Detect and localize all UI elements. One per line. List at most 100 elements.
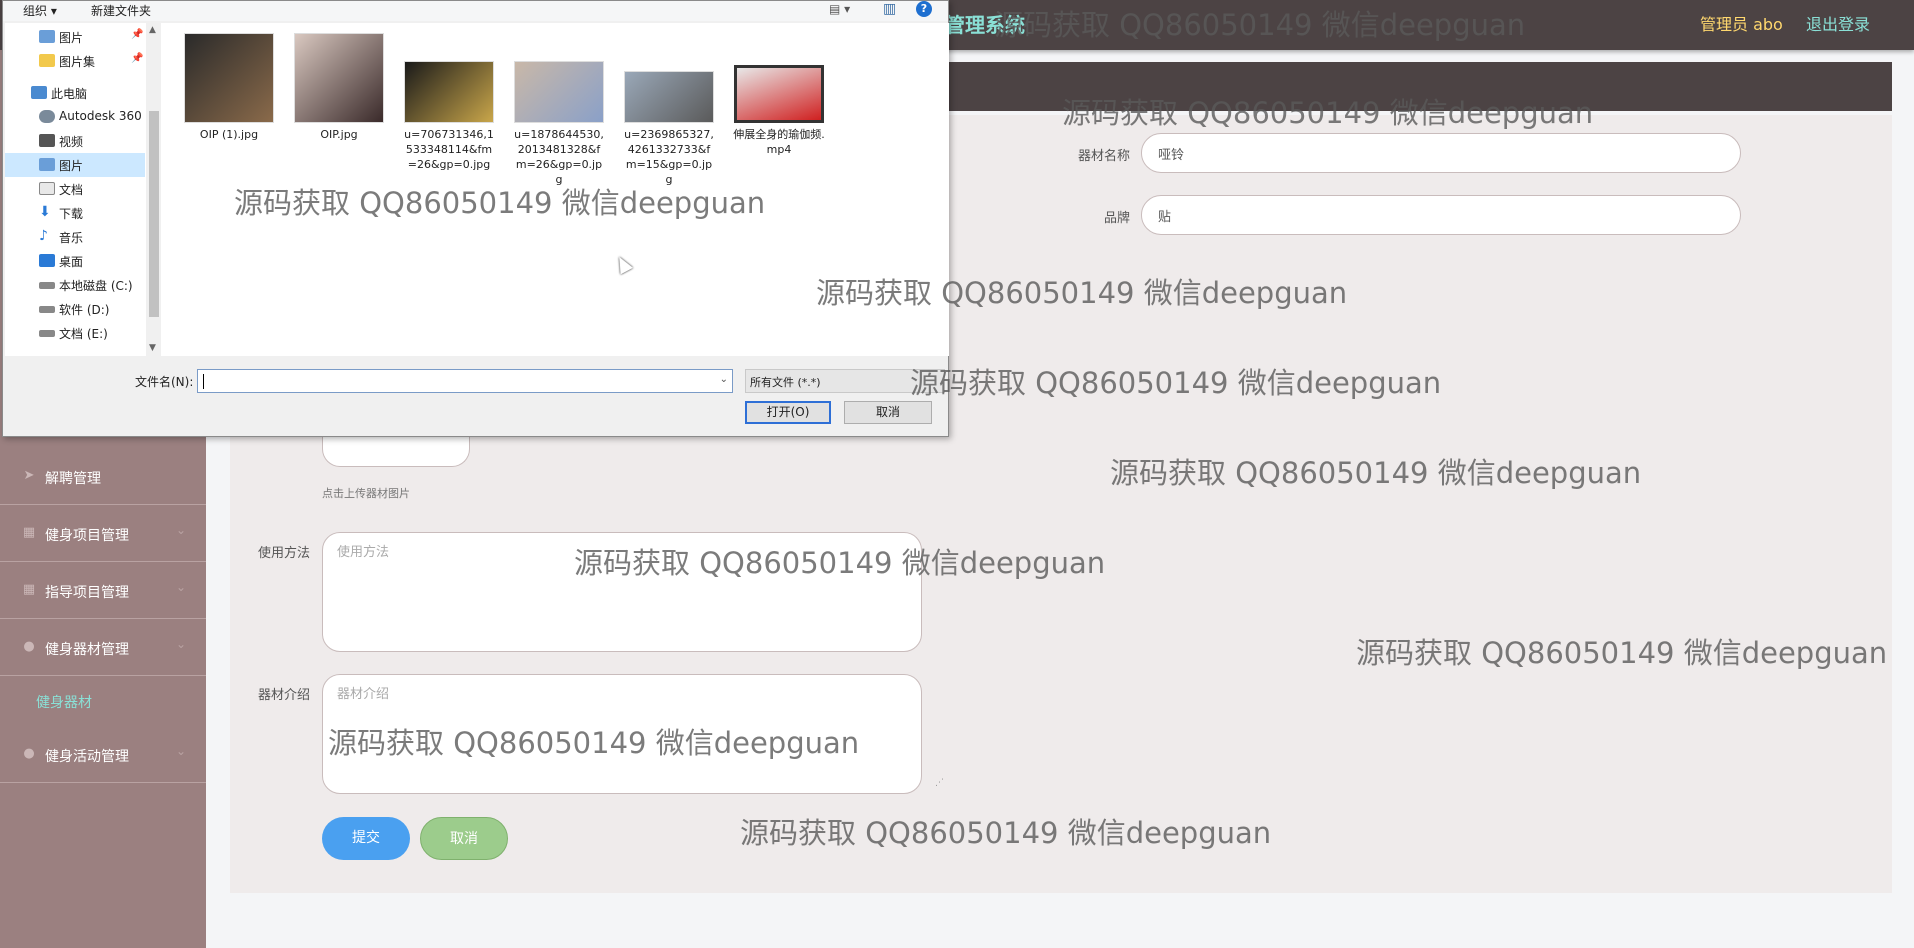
view-options-icon[interactable]: ▤ ▾	[829, 2, 850, 16]
usage-label: 使用方法	[257, 546, 310, 561]
nav-scrollbar-thumb[interactable]	[149, 111, 159, 317]
nav-item-documents[interactable]: 文档	[5, 177, 145, 201]
watermark: 源码获取 QQ86050149 微信deepguan	[1356, 636, 1888, 670]
nav-item-picture-collection[interactable]: 图片集 📌	[5, 49, 145, 73]
nav-item-drive-e[interactable]: 文档 (E:)	[5, 321, 145, 345]
sidebar-item-fitness-projects[interactable]: ▦ 健身项目管理 ⌄	[0, 506, 206, 562]
nav-item-desktop[interactable]: 桌面	[5, 249, 145, 273]
nav-label: 此电脑	[51, 87, 88, 101]
drive-icon	[39, 330, 55, 337]
sidebar-item-label: 解聘管理	[45, 471, 101, 487]
image-thumbnail	[404, 61, 494, 123]
watermark: 源码获取 QQ86050149 微信deepguan	[574, 546, 1106, 580]
pin-icon: 📌	[131, 53, 144, 64]
computer-icon	[31, 86, 47, 99]
nav-label: 文档 (E:)	[59, 327, 108, 341]
nav-item-music[interactable]: ♪ 音乐	[5, 225, 145, 249]
file-item[interactable]: u=706731346,1533348114&fm=26&gp=0.jpg	[399, 33, 499, 172]
scroll-up-icon[interactable]: ▲	[149, 25, 156, 35]
video-thumbnail	[734, 65, 824, 123]
filename-input[interactable]: ⌄	[197, 369, 733, 393]
nav-item-drive-c[interactable]: 本地磁盘 (C:)	[5, 273, 145, 297]
file-item[interactable]: u=2369865327,4261332733&fm=15&gp=0.jpg	[619, 33, 719, 187]
sidebar-item-label: 健身器材管理	[45, 642, 129, 658]
open-button[interactable]: 打开(O)	[745, 401, 831, 424]
text-caret	[203, 374, 204, 389]
chevron-down-icon: ⌄	[176, 523, 187, 537]
chevron-down-icon: ⌄	[176, 637, 187, 651]
music-icon: ♪	[39, 228, 48, 244]
pictures-icon	[39, 30, 55, 43]
chevron-down-icon: ⌄	[176, 744, 187, 758]
desktop-icon	[39, 254, 55, 267]
current-user: 管理员 abo	[1700, 15, 1783, 34]
new-folder-button[interactable]: 新建文件夹	[91, 2, 151, 19]
file-item[interactable]: OIP.jpg	[289, 33, 389, 142]
file-item[interactable]: 伸展全身的瑜伽频.mp4	[729, 33, 829, 157]
nav-item-downloads[interactable]: ⬇ 下载	[5, 201, 145, 225]
nav-label: 图片	[59, 159, 84, 173]
upload-hint: 点击上传器材图片	[322, 487, 410, 500]
sidebar-item-activities[interactable]: ● 健身活动管理 ⌄	[0, 727, 206, 783]
sidebar-item-guidance-projects[interactable]: ▦ 指导项目管理 ⌄	[0, 563, 206, 619]
nav-label: 视频	[59, 135, 84, 149]
file-name: u=706731346,1533348114&fm=26&gp=0.jpg	[404, 128, 494, 171]
image-thumbnail	[294, 33, 384, 123]
dialog-cancel-button[interactable]: 取消	[844, 401, 932, 424]
file-name: OIP (1).jpg	[199, 128, 259, 141]
pin-icon: 📌	[131, 29, 144, 40]
organize-menu[interactable]: 组织 ▾	[23, 2, 57, 19]
filename-label: 文件名(N):	[135, 375, 194, 389]
nav-label: 文档	[59, 183, 84, 197]
nav-item-drive-d[interactable]: 软件 (D:)	[5, 297, 145, 321]
file-name: u=2369865327,4261332733&fm=15&gp=0.jpg	[624, 128, 714, 186]
brand-label: 品牌	[1103, 211, 1130, 226]
file-name: u=1878644530,2013481328&fm=26&gp=0.jpg	[514, 128, 604, 186]
nav-item-autodesk[interactable]: Autodesk 360	[5, 105, 145, 129]
intro-label: 器材介绍	[257, 688, 310, 703]
watermark: 源码获取 QQ86050149 微信deepguan	[1062, 96, 1594, 130]
user-icon: ●	[23, 639, 35, 654]
help-icon[interactable]: ?	[916, 1, 932, 17]
nav-label: 图片	[59, 31, 84, 45]
preview-pane-icon[interactable]: ▥	[883, 1, 896, 17]
brand-input[interactable]: 贴	[1141, 195, 1741, 235]
chevron-down-icon[interactable]: ⌄	[720, 374, 728, 385]
watermark: 源码获取 QQ86050149 微信deepguan	[994, 8, 1526, 42]
image-thumbnail	[184, 33, 274, 123]
resize-grip-icon[interactable]: ⋰	[935, 778, 944, 788]
nav-label: 本地磁盘 (C:)	[59, 279, 133, 293]
drive-icon	[39, 282, 55, 289]
nav-label: 软件 (D:)	[59, 303, 110, 317]
scroll-down-icon[interactable]: ▼	[149, 343, 156, 353]
sidebar-subitem-equipment[interactable]: 健身器材	[36, 692, 92, 712]
sidebar-item-equipment[interactable]: ● 健身器材管理 ⌄	[0, 620, 206, 676]
image-thumbnail	[624, 71, 714, 123]
logout-link[interactable]: 退出登录	[1806, 11, 1870, 35]
file-item[interactable]: u=1878644530,2013481328&fm=26&gp=0.jpg	[509, 33, 609, 187]
image-thumbnail	[514, 61, 604, 123]
watermark: 源码获取 QQ86050149 微信deepguan	[816, 276, 1348, 310]
nav-item-pictures-pinned[interactable]: 图片 📌	[5, 25, 145, 49]
file-item[interactable]: OIP (1).jpg	[179, 33, 279, 142]
submit-button[interactable]: 提交	[322, 817, 410, 860]
folder-icon	[39, 54, 55, 67]
nav-item-this-pc[interactable]: 此电脑	[5, 81, 145, 105]
cancel-button[interactable]: 取消	[420, 817, 508, 860]
watermark: 源码获取 QQ86050149 微信deepguan	[910, 366, 1442, 400]
navigation-pane: 图片 📌 图片集 📌 此电脑 Autodesk 360 视频 图片 文档 ⬇ 下…	[5, 23, 160, 356]
sidebar-item-dismissal[interactable]: ➤ 解聘管理	[0, 449, 206, 505]
video-icon	[39, 134, 55, 147]
grid-icon: ▦	[22, 582, 36, 597]
nav-item-videos[interactable]: 视频	[5, 129, 145, 153]
cloud-icon	[39, 110, 55, 123]
sidebar-item-label: 健身项目管理	[45, 528, 129, 544]
chevron-down-icon: ⌄	[176, 580, 187, 594]
name-input[interactable]: 哑铃	[1141, 133, 1741, 173]
dialog-toolbar: 组织 ▾ 新建文件夹 ▤ ▾ ▥ ?	[3, 1, 948, 21]
sidebar-item-label: 指导项目管理	[45, 585, 129, 601]
grid-icon: ▦	[22, 525, 36, 540]
download-icon: ⬇	[39, 204, 51, 220]
send-icon: ➤	[23, 468, 35, 483]
nav-item-pictures[interactable]: 图片	[5, 153, 145, 177]
